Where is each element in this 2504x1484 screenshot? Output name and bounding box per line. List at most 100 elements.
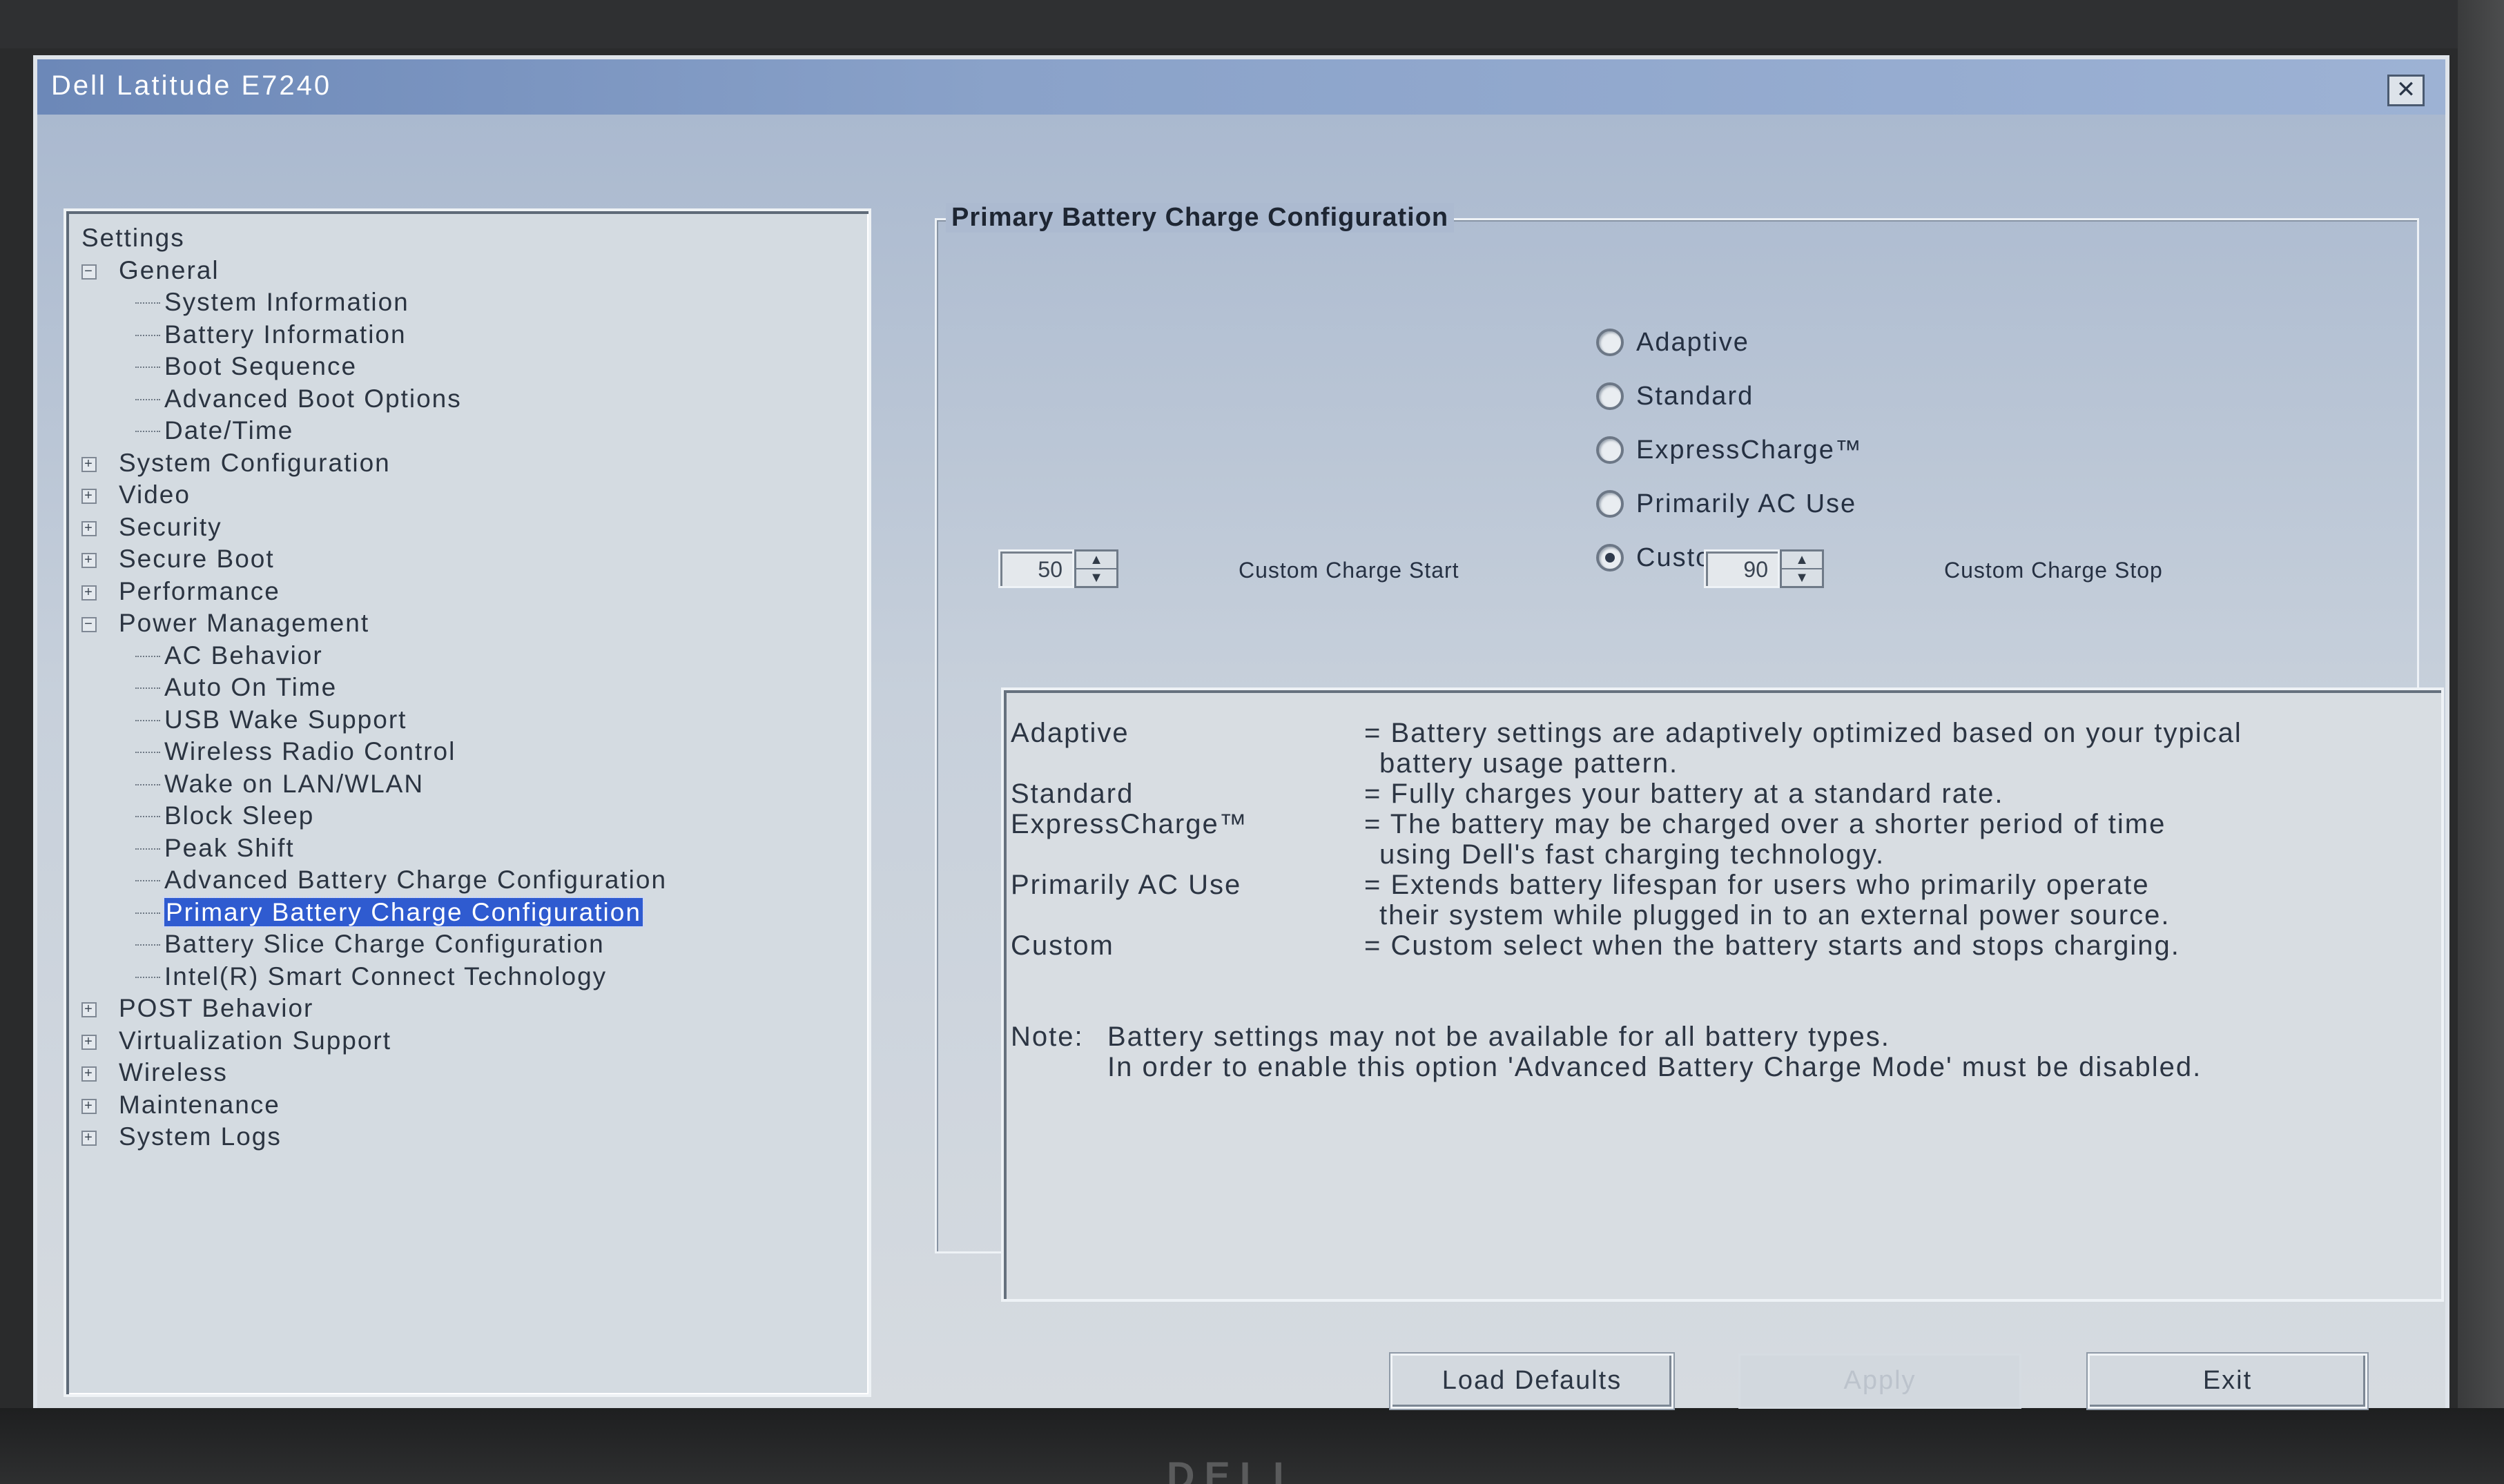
expand-icon[interactable]: + [81, 585, 97, 601]
tree-item-advanced-boot-options[interactable]: Advanced Boot Options [81, 383, 862, 416]
radio-label: Standard [1636, 381, 1754, 411]
collapse-icon[interactable]: − [81, 617, 97, 633]
tree-group-performance[interactable]: + Performance [81, 576, 862, 608]
close-button[interactable]: ✕ [2387, 75, 2425, 106]
tree-item-advanced-battery-charge-configuration[interactable]: Advanced Battery Charge Configuration [81, 864, 862, 897]
tree-item-label: Peak Shift [164, 833, 295, 862]
description-text: battery usage pattern. [1379, 748, 1679, 779]
radio-unchecked-icon[interactable] [1596, 329, 1624, 356]
tree-item-date-time[interactable]: Date/Time [81, 415, 862, 447]
spin-up-icon[interactable]: ▲ [1076, 551, 1116, 569]
tree-item-label: Primary Battery Charge Configuration [163, 896, 644, 928]
tree-group-label: Performance [119, 576, 280, 605]
tree-item-system-information[interactable]: System Information [81, 286, 862, 319]
bios-setup-window: Dell Latitude E7240 ✕ Settings − General Sy… [33, 55, 2449, 1409]
custom-charge-start-label: Custom Charge Start [1239, 558, 1459, 583]
tree-item-wireless-radio-control[interactable]: Wireless Radio Control [81, 736, 862, 768]
note-line: In order to enable this option 'Advanced… [1107, 1052, 2202, 1082]
tree-item-auto-on-time[interactable]: Auto On Time [81, 672, 862, 704]
custom-charge-start-spinner[interactable]: 50 ▲ ▼ [998, 549, 1118, 588]
screen-bezel-right [2458, 0, 2504, 1484]
description-text: = Fully charges your battery at a standa… [1364, 779, 2004, 809]
description-term: Primarily AC Use [1011, 870, 1242, 900]
content-area: Settings − General System Information Batter… [37, 115, 2445, 1409]
spin-down-icon[interactable]: ▼ [1076, 569, 1116, 586]
radio-label: Adaptive [1636, 327, 1749, 357]
settings-tree-pane[interactable]: Settings − General System Information Batter… [64, 208, 871, 1397]
tree-group-post-behavior[interactable]: + POST Behavior [81, 993, 862, 1025]
tree-group-security[interactable]: + Security [81, 511, 862, 544]
expand-icon[interactable]: + [81, 1098, 97, 1114]
description-text: = Custom select when the battery starts … [1364, 930, 2180, 961]
radio-primarily-ac-use[interactable]: Primarily AC Use [1596, 483, 1856, 525]
tree-group-secure-boot[interactable]: + Secure Boot [81, 543, 862, 576]
note-label: Note: [1011, 1022, 1084, 1052]
expand-icon[interactable]: + [81, 1002, 97, 1018]
screen-bezel-top [0, 0, 2504, 48]
tree-item-usb-wake-support[interactable]: USB Wake Support [81, 704, 862, 736]
radio-unchecked-icon[interactable] [1596, 436, 1624, 464]
radio-checked-icon[interactable] [1596, 544, 1624, 572]
custom-charge-start-value[interactable]: 50 [998, 549, 1074, 588]
close-icon: ✕ [2396, 77, 2416, 103]
tree-group-label: General [119, 255, 220, 284]
description-text: = Battery settings are adaptively optimi… [1364, 718, 2242, 748]
tree-item-battery-information[interactable]: Battery Information [81, 319, 862, 351]
tree-group-video[interactable]: + Video [81, 479, 862, 511]
tree-item-label: Auto On Time [164, 673, 338, 701]
tree-item-boot-sequence[interactable]: Boot Sequence [81, 351, 862, 383]
tree-group-maintenance[interactable]: + Maintenance [81, 1089, 862, 1122]
tree-group-general[interactable]: − General [81, 255, 862, 287]
tree-group-power-management[interactable]: − Power Management [81, 607, 862, 640]
load-defaults-button[interactable]: Load Defaults [1390, 1354, 1673, 1409]
expand-icon[interactable]: + [81, 1131, 97, 1146]
custom-charge-stop-value[interactable]: 90 [1704, 549, 1780, 588]
exit-button[interactable]: Exit [2088, 1354, 2367, 1409]
spin-buttons: ▲ ▼ [1780, 549, 1824, 588]
radio-unchecked-icon[interactable] [1596, 490, 1624, 518]
tree-item-intel-r-smart-connect-technology[interactable]: Intel(R) Smart Connect Technology [81, 961, 862, 993]
tree-item-peak-shift[interactable]: Peak Shift [81, 832, 862, 865]
note-line: Battery settings may not be available fo… [1107, 1022, 1890, 1052]
collapse-icon[interactable]: − [81, 264, 97, 280]
spin-down-icon[interactable]: ▼ [1782, 569, 1822, 586]
tree-item-label: System Information [164, 288, 409, 316]
tree-group-label: Security [119, 512, 222, 541]
radio-expresscharge[interactable]: ExpressCharge™ [1596, 429, 1863, 471]
tree-group-system-configuration[interactable]: + System Configuration [81, 447, 862, 480]
expand-icon[interactable]: + [81, 456, 97, 472]
tree-item-battery-slice-charge-configuration[interactable]: Battery Slice Charge Configuration [81, 928, 862, 961]
expand-icon[interactable]: + [81, 1034, 97, 1050]
tree-item-label: Block Sleep [164, 801, 315, 830]
panel-title: Primary Battery Charge Configuration [946, 203, 1455, 233]
tree-item-wake-on-lan-wlan[interactable]: Wake on LAN/WLAN [81, 768, 862, 801]
description-text: their system while plugged in to an exte… [1379, 900, 2171, 930]
tree-group-system-logs[interactable]: + System Logs [81, 1121, 862, 1153]
tree-group-label: Maintenance [119, 1090, 280, 1119]
tree-group-label: Video [119, 480, 191, 509]
tree-group-label: System Configuration [119, 448, 391, 477]
spin-up-icon[interactable]: ▲ [1782, 551, 1822, 569]
tree-item-primary-battery-charge-configuration[interactable]: Primary Battery Charge Configuration [81, 896, 862, 929]
radio-label: Primarily AC Use [1636, 489, 1857, 518]
tree-group-label: Wireless [119, 1058, 228, 1086]
radio-unchecked-icon[interactable] [1596, 382, 1624, 410]
radio-label: ExpressCharge™ [1636, 435, 1863, 465]
custom-charge-stop-spinner[interactable]: 90 ▲ ▼ [1704, 549, 1824, 588]
expand-icon[interactable]: + [81, 520, 97, 536]
tree-item-ac-behavior[interactable]: AC Behavior [81, 640, 862, 672]
expand-icon[interactable]: + [81, 1066, 97, 1082]
radio-adaptive[interactable]: Adaptive [1596, 322, 1749, 363]
expand-icon[interactable]: + [81, 553, 97, 569]
radio-standard[interactable]: Standard [1596, 375, 1754, 417]
apply-button[interactable]: Apply [1738, 1354, 2021, 1409]
tree-group-wireless[interactable]: + Wireless [81, 1057, 862, 1089]
expand-icon[interactable]: + [81, 489, 97, 505]
description-box: Note: Battery settings may not be availa… [1001, 687, 2444, 1302]
tree-root-settings[interactable]: Settings [81, 222, 862, 255]
tree-item-label: Boot Sequence [164, 352, 358, 380]
window-title: Dell Latitude E7240 [51, 70, 332, 101]
tree-group-virtualization-support[interactable]: + Virtualization Support [81, 1025, 862, 1057]
tree-item-block-sleep[interactable]: Block Sleep [81, 800, 862, 832]
tree-item-label: Date/Time [164, 416, 294, 445]
